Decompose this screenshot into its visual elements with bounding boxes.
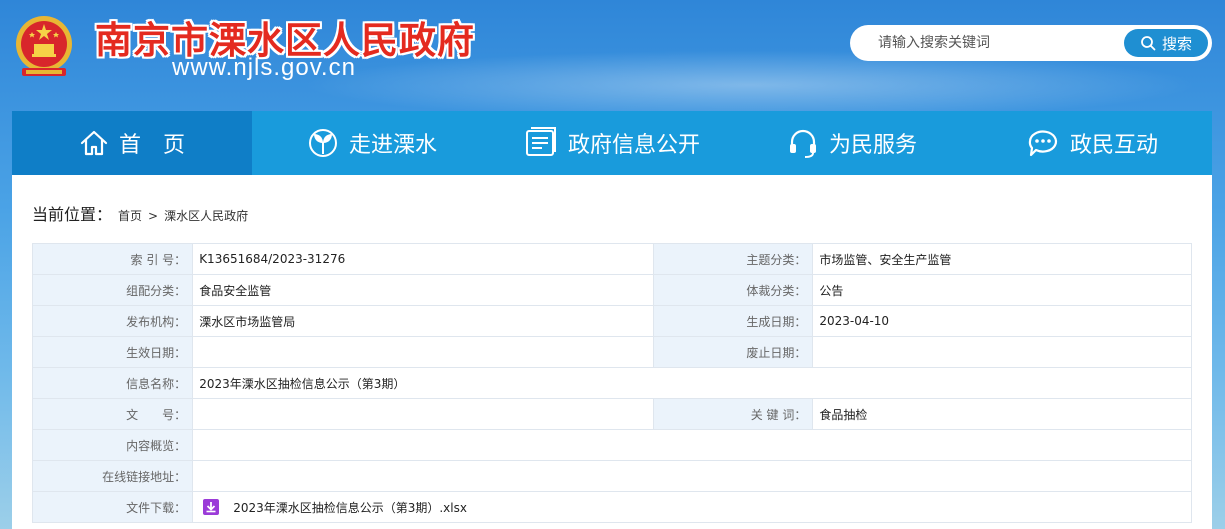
breadcrumb-label: 当前位置：	[32, 205, 113, 224]
nav-item-interaction-label: 政民互动	[1069, 133, 1158, 158]
index-value: K13651684/2023-31276	[192, 243, 654, 275]
nav-item-services[interactable]: 为民服务	[732, 111, 972, 175]
genre-value: 公告	[812, 274, 1192, 306]
breadcrumb-current-link[interactable]: 溧水区人民政府	[164, 207, 248, 224]
publisher-value: 溧水区市场监管局	[192, 305, 654, 337]
table-row: 文 号： 关 键 词： 食品抽检	[31, 398, 1192, 430]
site-url: www.njls.gov.cn	[172, 54, 356, 81]
nav-item-home[interactable]: 首 页	[12, 111, 252, 175]
headset-icon	[789, 129, 816, 158]
effective-date-label: 生效日期：	[31, 336, 194, 368]
summary-label: 内容概览：	[31, 429, 194, 461]
file-download-row: 2023年溧水区抽检信息公示（第3期）.xlsx	[199, 499, 1185, 516]
file-download-cell: 2023年溧水区抽检信息公示（第3期）.xlsx	[192, 491, 1192, 523]
table-row: 内容概览：	[31, 429, 1192, 461]
nav-item-interaction[interactable]: 政民互动	[972, 111, 1212, 175]
nav-item-home-label: 首 页	[118, 133, 185, 158]
search-icon	[1141, 36, 1156, 51]
doc-number-value	[192, 398, 654, 430]
topic-value: 市场监管、安全生产监管	[812, 243, 1192, 275]
table-row: 在线链接地址：	[31, 460, 1192, 492]
keywords-value: 食品抽检	[812, 398, 1192, 430]
table-row: 文件下载： 2023年溧水区抽检信息公示（第3期）.xlsx	[31, 491, 1192, 523]
online-link-label: 在线链接地址：	[31, 460, 194, 492]
keywords-label: 关 键 词：	[652, 398, 814, 430]
table-row: 发布机构： 溧水区市场监管局 生成日期： 2023-04-10	[31, 305, 1192, 337]
document-icon	[525, 127, 556, 156]
search-button[interactable]: 搜索	[1124, 29, 1208, 57]
nav-item-gov-info[interactable]: 政府信息公开	[492, 111, 732, 175]
home-icon	[80, 130, 108, 156]
nav-item-gov-info-label: 政府信息公开	[567, 133, 700, 158]
index-label: 索 引 号：	[31, 243, 194, 275]
org-category-label: 组配分类：	[31, 274, 194, 306]
nav-item-services-label: 为民服务	[828, 133, 917, 158]
file-download-link[interactable]: 2023年溧水区抽检信息公示（第3期）.xlsx	[233, 499, 467, 516]
search-box: 搜索	[850, 25, 1212, 61]
abolished-date-value	[812, 336, 1192, 368]
content-panel: 当前位置： 首页 > 溧水区人民政府 索 引 号： K13651684/2023…	[12, 175, 1212, 529]
org-category-value: 食品安全监管	[192, 274, 654, 306]
nav-item-about[interactable]: 走进溧水	[252, 111, 492, 175]
info-name-label: 信息名称：	[31, 367, 194, 399]
created-date-value: 2023-04-10	[812, 305, 1192, 337]
info-name-value: 2023年溧水区抽检信息公示（第3期）	[192, 367, 1192, 399]
genre-label: 体裁分类：	[652, 274, 814, 306]
online-link-value	[192, 460, 1192, 492]
publisher-label: 发布机构：	[31, 305, 194, 337]
table-row: 信息名称： 2023年溧水区抽检信息公示（第3期）	[31, 367, 1192, 399]
search-input[interactable]	[878, 33, 1118, 53]
national-emblem-icon	[16, 16, 72, 76]
sprout-icon	[308, 129, 337, 157]
breadcrumb-home-link[interactable]: 首页	[118, 207, 142, 224]
doc-number-label: 文 号：	[31, 398, 194, 430]
table-row: 组配分类： 食品安全监管 体裁分类： 公告	[31, 274, 1192, 306]
table-row: 生效日期： 废止日期：	[31, 336, 1192, 368]
file-download-label: 文件下载：	[31, 491, 194, 523]
chat-icon	[1028, 130, 1058, 157]
main-nav: 首 页 走进溧水 政府信息公开 为民服务 政民互动	[12, 111, 1212, 175]
site-header: 南京市溧水区人民政府 www.njls.gov.cn 搜索	[0, 0, 1225, 120]
created-date-label: 生成日期：	[652, 305, 814, 337]
topic-label: 主题分类：	[652, 243, 814, 275]
breadcrumb-separator: >	[148, 209, 159, 223]
breadcrumb: 当前位置： 首页 > 溧水区人民政府	[32, 201, 248, 225]
abolished-date-label: 废止日期：	[652, 336, 814, 368]
search-button-label: 搜索	[1161, 34, 1192, 53]
download-icon[interactable]	[203, 499, 220, 515]
summary-value	[192, 429, 1192, 461]
info-metadata-table: 索 引 号： K13651684/2023-31276 主题分类： 市场监管、安…	[31, 243, 1192, 523]
effective-date-value	[192, 336, 654, 368]
nav-item-about-label: 走进溧水	[348, 133, 437, 158]
table-row: 索 引 号： K13651684/2023-31276 主题分类： 市场监管、安…	[31, 243, 1192, 275]
